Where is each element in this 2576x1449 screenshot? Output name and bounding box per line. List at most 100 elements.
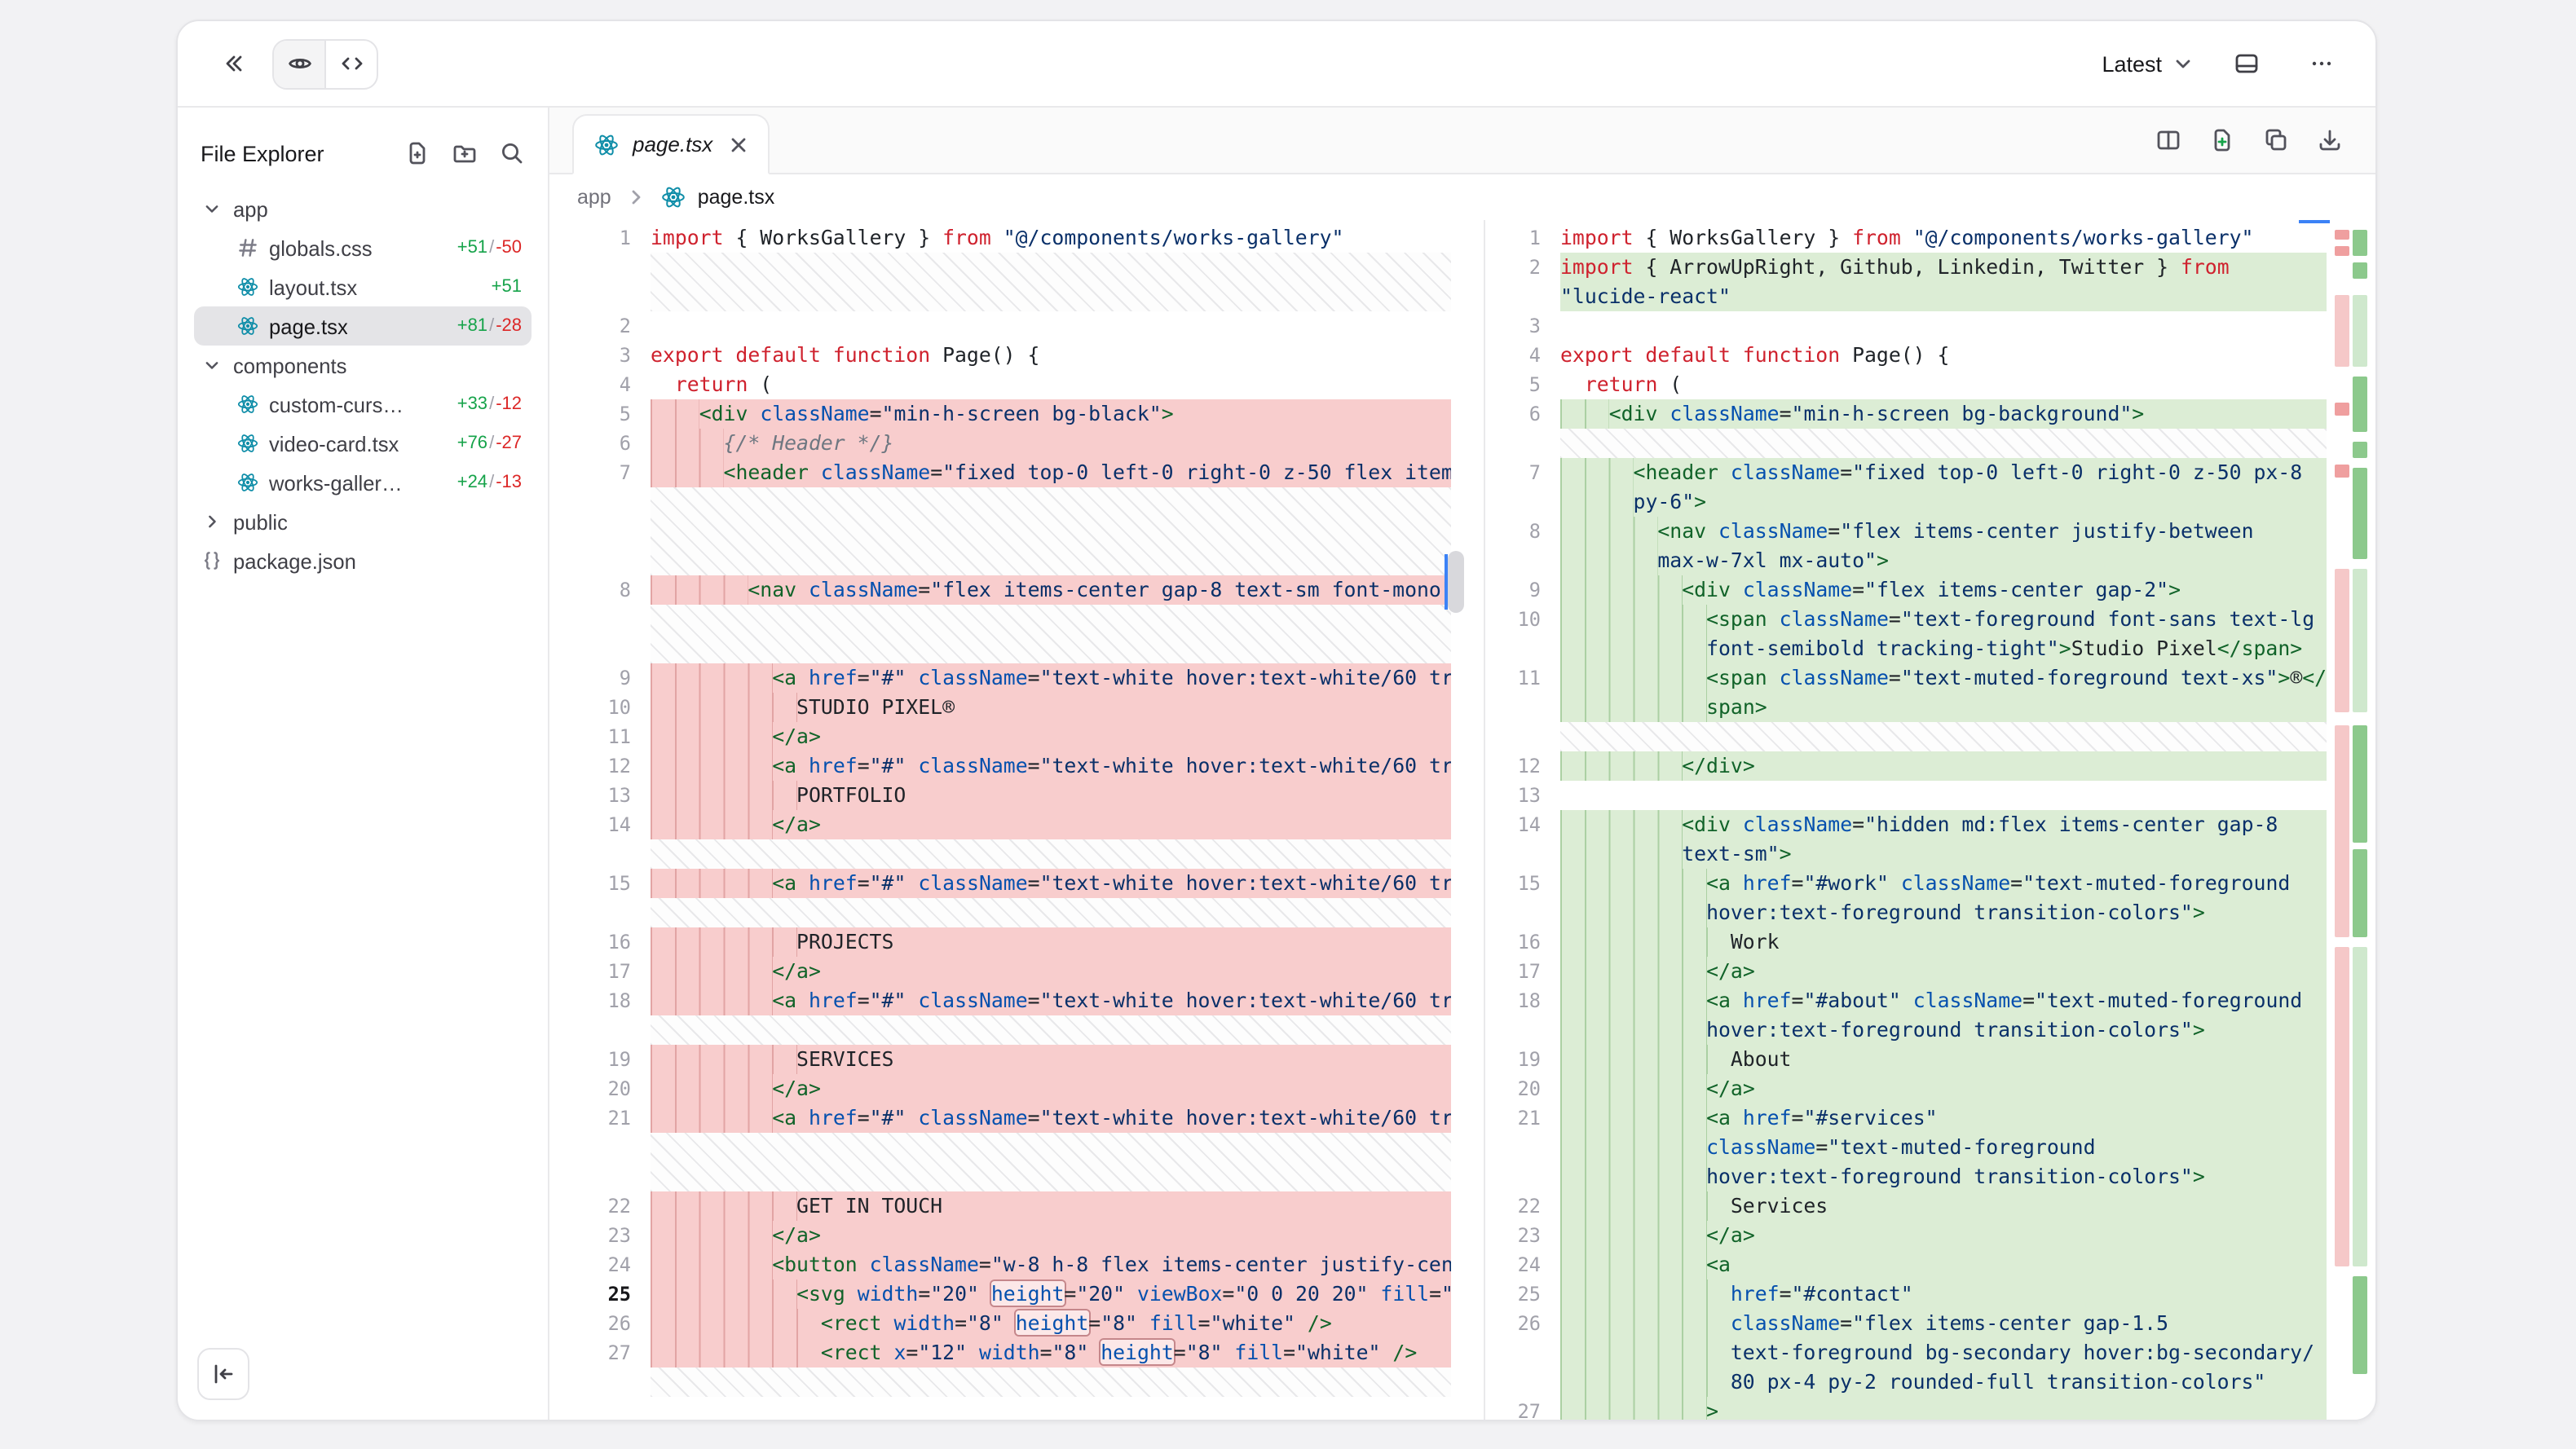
code-text: <span className="text-foreground font-sa…: [1560, 605, 2327, 634]
code-line: 8 <nav className="flex items-center just…: [1485, 517, 2327, 546]
new-folder-button[interactable]: [452, 140, 478, 166]
collapsed-region: [549, 1015, 1451, 1045]
line-number: [1485, 546, 1560, 575]
scrollbar-thumb[interactable]: [1448, 551, 1464, 613]
code-text: <header className="fixed top-0 left-0 ri…: [651, 458, 1451, 487]
file-item-custom-curs-[interactable]: custom-curs…+33/-12: [194, 385, 532, 424]
split-editor-button[interactable]: [2155, 127, 2181, 153]
chevron-right-icon: [623, 184, 649, 210]
code-line: 14 <div className="hidden md:flex items-…: [1485, 810, 2327, 839]
line-number: 12: [1485, 751, 1560, 781]
file-changes-button[interactable]: [2209, 127, 2235, 153]
breadcrumb-file[interactable]: page.tsx: [698, 186, 775, 209]
code-text: return (: [651, 370, 1451, 399]
line-number: 15: [549, 869, 651, 898]
line-number: 18: [1485, 986, 1560, 1015]
code-text: </a>: [651, 1221, 1451, 1250]
chevron-right-icon: [201, 510, 223, 533]
collapse-sidebar-button[interactable]: [197, 1348, 249, 1400]
line-number: 2: [1485, 253, 1560, 282]
minimap-mark: [2353, 569, 2367, 712]
minimap-mark: [2353, 295, 2367, 367]
line-number: 4: [1485, 341, 1560, 370]
file-item-package.json[interactable]: package.json: [194, 541, 532, 580]
line-number: 7: [549, 458, 651, 487]
line-number: 26: [549, 1309, 651, 1338]
file-explorer-title: File Explorer: [201, 141, 324, 165]
line-number: 22: [549, 1191, 651, 1221]
code-line: 16 Work: [1485, 927, 2327, 957]
diff-stats: +51/-50: [457, 238, 522, 258]
code-text: <nav className="flex items-center gap-8 …: [651, 575, 1451, 605]
code-line: 25 href="#contact": [1485, 1279, 2327, 1309]
line-number: 20: [1485, 1074, 1560, 1103]
code-line: 4 return (: [549, 370, 1451, 399]
code-line: 1import { WorksGallery } from "@/compone…: [549, 223, 1451, 253]
app-stage: Latest File Explorer appglobals.: [0, 0, 2576, 1449]
breadcrumb-folder[interactable]: app: [577, 186, 611, 209]
line-number: 23: [1485, 1221, 1560, 1250]
line-number: [1485, 1015, 1560, 1045]
code-text: className="text-muted-foreground: [1560, 1133, 2327, 1162]
preview-toggle-button[interactable]: [274, 40, 326, 87]
chevron-down-icon: [201, 197, 223, 220]
folder-item-components[interactable]: components: [194, 346, 532, 385]
react-icon: [236, 275, 259, 298]
file-item-video-card.tsx[interactable]: video-card.tsx+76/-27: [194, 424, 532, 463]
collapsed-region: [549, 1368, 1451, 1397]
file-item-works-galler-[interactable]: works-galler…+24/-13: [194, 463, 532, 502]
react-icon: [236, 432, 259, 455]
code-text: <a href="#services": [1560, 1103, 2327, 1133]
code-line: 24 <a: [1485, 1250, 2327, 1279]
code-text: max-w-7xl mx-auto">: [1560, 546, 2327, 575]
code-text: <header className="fixed top-0 left-0 ri…: [1560, 458, 2327, 487]
search-files-button[interactable]: [499, 140, 525, 166]
code-text: text-sm">: [1560, 839, 2327, 869]
code-line: 18 <a href="#about" className="text-mute…: [1485, 986, 2327, 1015]
react-icon: [236, 315, 259, 337]
line-number: [549, 839, 651, 869]
line-number: 8: [549, 575, 651, 605]
line-number: [549, 605, 651, 663]
editor-window: Latest File Explorer appglobals.: [176, 20, 2377, 1421]
original-rows: 1import { WorksGallery } from "@/compone…: [549, 223, 1484, 1397]
minimap-mark: [2353, 725, 2367, 843]
file-item-layout.tsx[interactable]: layout.tsx+51: [194, 267, 532, 306]
hatch-fill: [651, 898, 1451, 927]
line-number: 3: [1485, 311, 1560, 341]
folder-item-public[interactable]: public: [194, 502, 532, 541]
code-text: import { WorksGallery } from "@/componen…: [1560, 223, 2327, 253]
tab-page-tsx[interactable]: page.tsx: [572, 114, 770, 174]
code-text: PORTFOLIO: [651, 781, 1451, 810]
file-item-page.tsx[interactable]: page.tsx+81/-28: [194, 306, 532, 346]
file-item-globals.css[interactable]: globals.css +51/-50: [194, 228, 532, 267]
minimap-mark: [2335, 403, 2349, 416]
line-number: 17: [549, 957, 651, 986]
panel-bottom-button[interactable]: [2222, 39, 2271, 88]
code-text: <a href="#" className="text-white hover:…: [651, 663, 1451, 693]
download-button[interactable]: [2317, 127, 2343, 153]
version-selector[interactable]: Latest: [2102, 51, 2196, 77]
code-text: [1560, 781, 2327, 810]
close-tab-button[interactable]: [726, 131, 752, 157]
diff-pane-original[interactable]: 1import { WorksGallery } from "@/compone…: [549, 220, 1484, 1420]
line-number: 5: [1485, 370, 1560, 399]
collapse-panel-button[interactable]: [207, 39, 256, 88]
code-line: 25 <svg width="20" height="20" viewBox="…: [549, 1279, 1451, 1309]
item-label: globals.css: [269, 236, 373, 260]
copy-file-button[interactable]: [2263, 127, 2289, 153]
code-text: <rect width="8" height="8" fill="white" …: [651, 1309, 1451, 1338]
code-text: export default function Page() {: [651, 341, 1451, 370]
code-text: font-semibold tracking-tight">Studio Pix…: [1560, 634, 2327, 663]
diff-pane-modified[interactable]: 1import { WorksGallery } from "@/compone…: [1484, 220, 2375, 1420]
code-view-toggle-button[interactable]: [326, 40, 377, 87]
new-file-button[interactable]: [404, 140, 430, 166]
minimap-mark: [2335, 569, 2349, 712]
braces-icon: [201, 549, 223, 572]
minimap[interactable]: [2333, 220, 2369, 1420]
code-text: PROJECTS: [651, 927, 1451, 957]
code-text: </div>: [1560, 751, 2327, 781]
folder-item-app[interactable]: app: [194, 189, 532, 228]
more-options-button[interactable]: [2297, 39, 2346, 88]
version-label: Latest: [2102, 51, 2162, 76]
